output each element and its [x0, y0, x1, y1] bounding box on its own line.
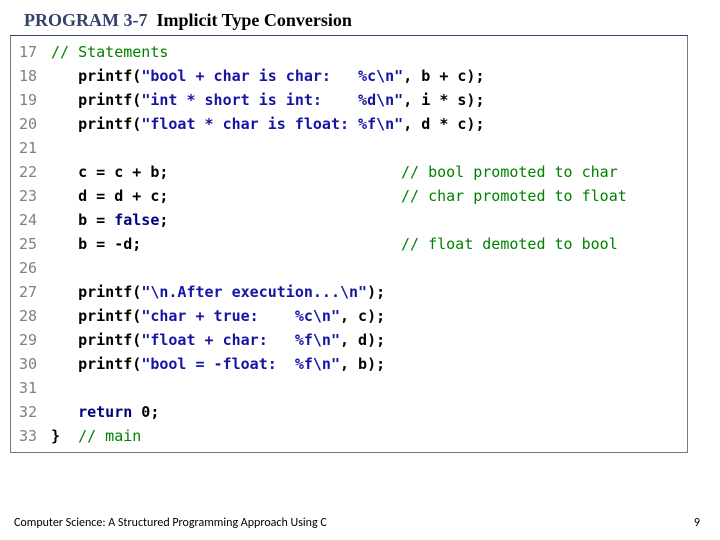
code-row: 17// Statements: [11, 40, 687, 64]
code-row: 23 d = d + c;// char promoted to float: [11, 184, 687, 208]
code-content: printf("char + true: %c\n", c);: [51, 304, 687, 328]
line-number: 26: [11, 256, 51, 280]
code-content: b = -d;// float demoted to bool: [51, 232, 687, 256]
line-number: 20: [11, 112, 51, 136]
footer-page-number: 9: [694, 516, 700, 530]
line-number: 28: [11, 304, 51, 328]
line-number: 30: [11, 352, 51, 376]
code-row: 32 return 0;: [11, 400, 687, 424]
line-number: 24: [11, 208, 51, 232]
line-number: 17: [11, 40, 51, 64]
line-number: 32: [11, 400, 51, 424]
line-number: 31: [11, 376, 51, 400]
code-listing: 17// Statements18 printf("bool + char is…: [10, 36, 688, 453]
line-number: 18: [11, 64, 51, 88]
code-row: 20 printf("float * char is float: %f\n",…: [11, 112, 687, 136]
code-content: // Statements: [51, 40, 687, 64]
code-content: printf("float * char is float: %f\n", d …: [51, 112, 687, 136]
code-content: printf("bool + char is char: %c\n", b + …: [51, 64, 687, 88]
slide-footer: Computer Science: A Structured Programmi…: [14, 516, 700, 530]
code-row: 30 printf("bool = -float: %f\n", b);: [11, 352, 687, 376]
inline-comment: // float demoted to bool: [401, 232, 618, 256]
code-content: b = false;: [51, 208, 687, 232]
code-content: c = c + b;// bool promoted to char: [51, 160, 687, 184]
code-row: 21: [11, 136, 687, 160]
code-row: 31: [11, 376, 687, 400]
program-heading: PROGRAM 3-7 Implicit Type Conversion: [10, 0, 688, 36]
code-content: printf("float + char: %f\n", d);: [51, 328, 687, 352]
code-row: 27 printf("\n.After execution...\n");: [11, 280, 687, 304]
code-content: printf("int * short is int: %d\n", i * s…: [51, 88, 687, 112]
code-content: d = d + c;// char promoted to float: [51, 184, 687, 208]
code-row: 33} // main: [11, 424, 687, 448]
line-number: 33: [11, 424, 51, 448]
line-number: 25: [11, 232, 51, 256]
inline-comment: // bool promoted to char: [401, 160, 618, 184]
code-row: 19 printf("int * short is int: %d\n", i …: [11, 88, 687, 112]
code-content: printf("\n.After execution...\n");: [51, 280, 687, 304]
code-content: return 0;: [51, 400, 687, 424]
line-number: 21: [11, 136, 51, 160]
line-number: 27: [11, 280, 51, 304]
code-content: } // main: [51, 424, 687, 448]
line-number: 19: [11, 88, 51, 112]
program-title: Implicit Type Conversion: [156, 10, 351, 30]
code-row: 24 b = false;: [11, 208, 687, 232]
code-row: 18 printf("bool + char is char: %c\n", b…: [11, 64, 687, 88]
code-row: 25 b = -d;// float demoted to bool: [11, 232, 687, 256]
code-row: 26: [11, 256, 687, 280]
inline-comment: // char promoted to float: [401, 184, 627, 208]
code-row: 28 printf("char + true: %c\n", c);: [11, 304, 687, 328]
program-label: PROGRAM 3-7: [24, 10, 156, 30]
line-number: 23: [11, 184, 51, 208]
code-content: printf("bool = -float: %f\n", b);: [51, 352, 687, 376]
line-number: 22: [11, 160, 51, 184]
line-number: 29: [11, 328, 51, 352]
code-row: 29 printf("float + char: %f\n", d);: [11, 328, 687, 352]
code-row: 22 c = c + b;// bool promoted to char: [11, 160, 687, 184]
footer-book-title: Computer Science: A Structured Programmi…: [14, 516, 327, 530]
